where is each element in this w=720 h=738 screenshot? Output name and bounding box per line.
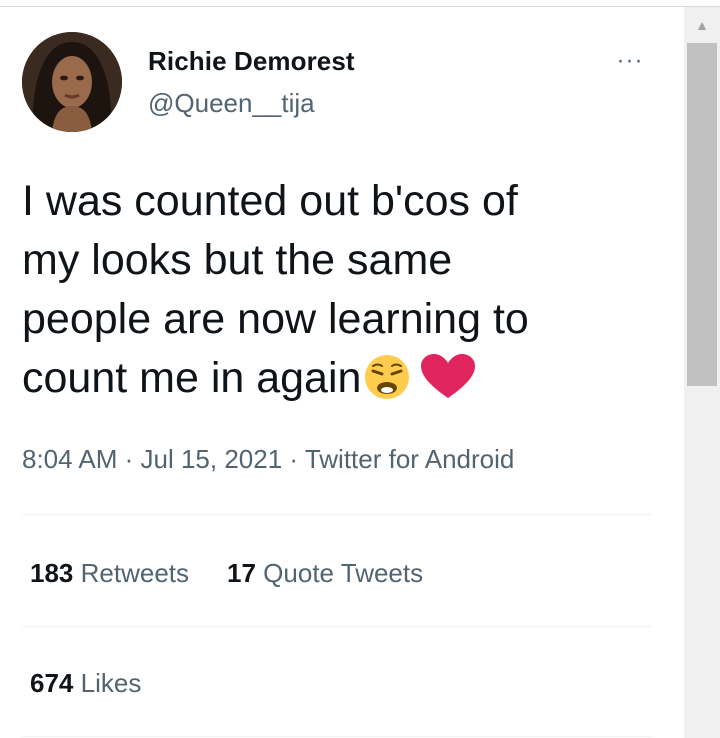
scroll-up-arrow-icon[interactable]: ▲ bbox=[684, 7, 720, 43]
tweet-text-line-content: count me in again bbox=[22, 354, 362, 402]
tweet-meta: 8:04 AM · Jul 15, 2021 · Twitter for And… bbox=[22, 444, 514, 475]
meta-separator: · bbox=[117, 444, 141, 474]
likes-count: 674 bbox=[30, 668, 74, 698]
red-heart-icon bbox=[421, 354, 476, 398]
tweet-text-line: my looks but the same bbox=[22, 236, 453, 284]
author-name[interactable]: Richie Demorest bbox=[148, 46, 355, 77]
tweet-card: Richie Demorest @Queen__tija ··· I was c… bbox=[0, 0, 684, 738]
divider bbox=[22, 514, 652, 515]
vertical-scrollbar[interactable]: ▲ bbox=[684, 7, 720, 738]
quote-tweets-count: 17 bbox=[227, 558, 256, 588]
more-options-button[interactable]: ··· bbox=[610, 46, 650, 76]
avatar[interactable] bbox=[22, 32, 122, 132]
engagement-stats-row: 183 Retweets 17 Quote Tweets bbox=[30, 558, 461, 589]
likes-label: Likes bbox=[80, 668, 142, 698]
meta-separator: · bbox=[282, 444, 305, 474]
divider bbox=[22, 736, 652, 737]
retweets-stat[interactable]: 183 Retweets bbox=[30, 558, 189, 588]
tweet-text-line: count me in again bbox=[22, 349, 662, 408]
more-options-icon: ··· bbox=[616, 47, 644, 74]
quote-tweets-stat[interactable]: 17 Quote Tweets bbox=[227, 558, 423, 588]
likes-stats-row: 674 Likes bbox=[30, 668, 179, 699]
tweet-source[interactable]: Twitter for Android bbox=[305, 444, 515, 474]
tweet-text-line: I was counted out b'cos of bbox=[22, 177, 518, 225]
tweet-text-line: people are now learning to bbox=[22, 295, 529, 343]
divider bbox=[22, 626, 652, 627]
tweet-text: I was counted out b'cos of my looks but … bbox=[22, 172, 662, 408]
weary-face-icon bbox=[365, 355, 410, 399]
tweet-time[interactable]: 8:04 AM bbox=[22, 444, 117, 474]
likes-stat[interactable]: 674 Likes bbox=[30, 668, 141, 698]
scrollbar-thumb[interactable] bbox=[687, 43, 717, 386]
avatar-portrait-image bbox=[22, 32, 122, 132]
retweets-label: Retweets bbox=[80, 558, 190, 588]
tweet-date[interactable]: Jul 15, 2021 bbox=[141, 444, 283, 474]
author-handle[interactable]: @Queen__tija bbox=[148, 88, 315, 119]
retweets-count: 183 bbox=[30, 558, 74, 588]
quote-tweets-label: Quote Tweets bbox=[263, 558, 424, 588]
